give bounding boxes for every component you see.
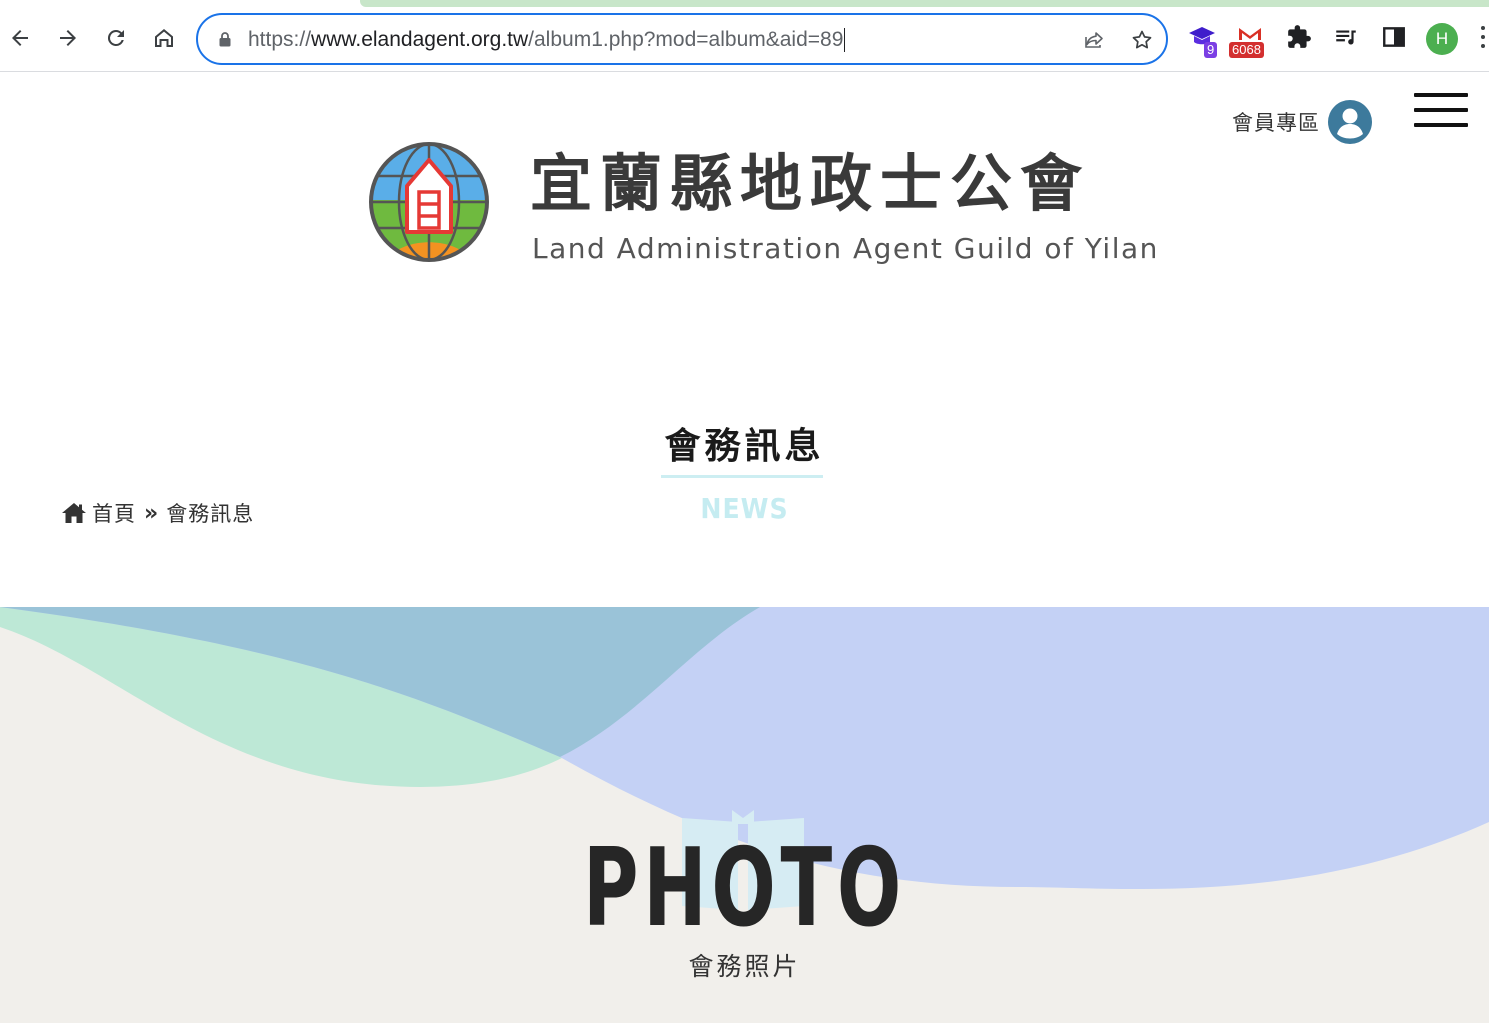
- hamburger-menu-icon[interactable]: [1414, 93, 1468, 129]
- media-control-button[interactable]: [1333, 24, 1359, 54]
- puzzle-icon: [1288, 25, 1311, 48]
- home-icon: [62, 503, 86, 523]
- reload-button[interactable]: [100, 22, 132, 54]
- double-chevron-right-icon: »: [144, 500, 159, 526]
- member-area-link[interactable]: 會員專區: [1232, 100, 1372, 144]
- bookmark-star-icon[interactable]: [1130, 28, 1154, 52]
- banner-title: PHOTO: [583, 826, 906, 951]
- side-panel-button[interactable]: [1381, 24, 1407, 54]
- address-bar[interactable]: https://www.elandagent.org.tw/album1.php…: [196, 13, 1168, 65]
- user-avatar-icon: [1328, 100, 1372, 144]
- extension-badge-count: 6068: [1229, 42, 1264, 58]
- logo-chinese-name: 宜蘭縣地政士公會: [530, 147, 1091, 220]
- home-icon: [155, 29, 173, 47]
- tab-strip-edge: [360, 0, 1489, 7]
- page-title: 會務訊息: [664, 426, 825, 467]
- guild-logo-icon[interactable]: [367, 140, 491, 264]
- lock-icon: [219, 32, 231, 47]
- reload-icon: [107, 29, 124, 46]
- share-icon[interactable]: [1082, 28, 1106, 52]
- playlist-music-icon: [1336, 30, 1356, 45]
- title-underline: [661, 475, 823, 478]
- profile-avatar[interactable]: H: [1426, 23, 1458, 55]
- extensions-button[interactable]: [1286, 24, 1312, 54]
- back-button[interactable]: [4, 22, 36, 54]
- banner-subtitle: 會務照片: [688, 952, 801, 981]
- forward-button[interactable]: [52, 22, 84, 54]
- side-panel-icon: [1383, 27, 1405, 47]
- url-text[interactable]: https://www.elandagent.org.tw/album1.php…: [248, 27, 846, 53]
- extension-graduation[interactable]: 9: [1186, 24, 1222, 58]
- photo-banner: PHOTO 會務照片: [0, 607, 1489, 1023]
- browser-menu-icon[interactable]: [1480, 26, 1486, 54]
- arrow-right-icon: [60, 30, 76, 46]
- url-scheme: https://: [248, 28, 312, 51]
- extension-gmail[interactable]: 6068: [1228, 24, 1274, 58]
- text-caret: [844, 28, 846, 53]
- member-area-label: 會員專區: [1232, 111, 1320, 135]
- arrow-left-icon: [12, 30, 28, 46]
- home-button[interactable]: [148, 22, 180, 54]
- url-path: /album1.php?mod=album&aid=89: [528, 28, 844, 51]
- browser-toolbar: https://www.elandagent.org.tw/album1.php…: [0, 0, 1489, 72]
- breadcrumb-home-link[interactable]: 首頁: [92, 498, 136, 528]
- extension-badge: 9: [1204, 42, 1218, 58]
- logo-english-name: Land Administration Agent Guild of Yilan: [532, 232, 1159, 265]
- breadcrumb-current-link[interactable]: 會務訊息: [166, 498, 254, 528]
- url-host: www.elandagent.org.tw: [311, 28, 529, 51]
- breadcrumb: 首頁 » 會務訊息: [62, 498, 254, 528]
